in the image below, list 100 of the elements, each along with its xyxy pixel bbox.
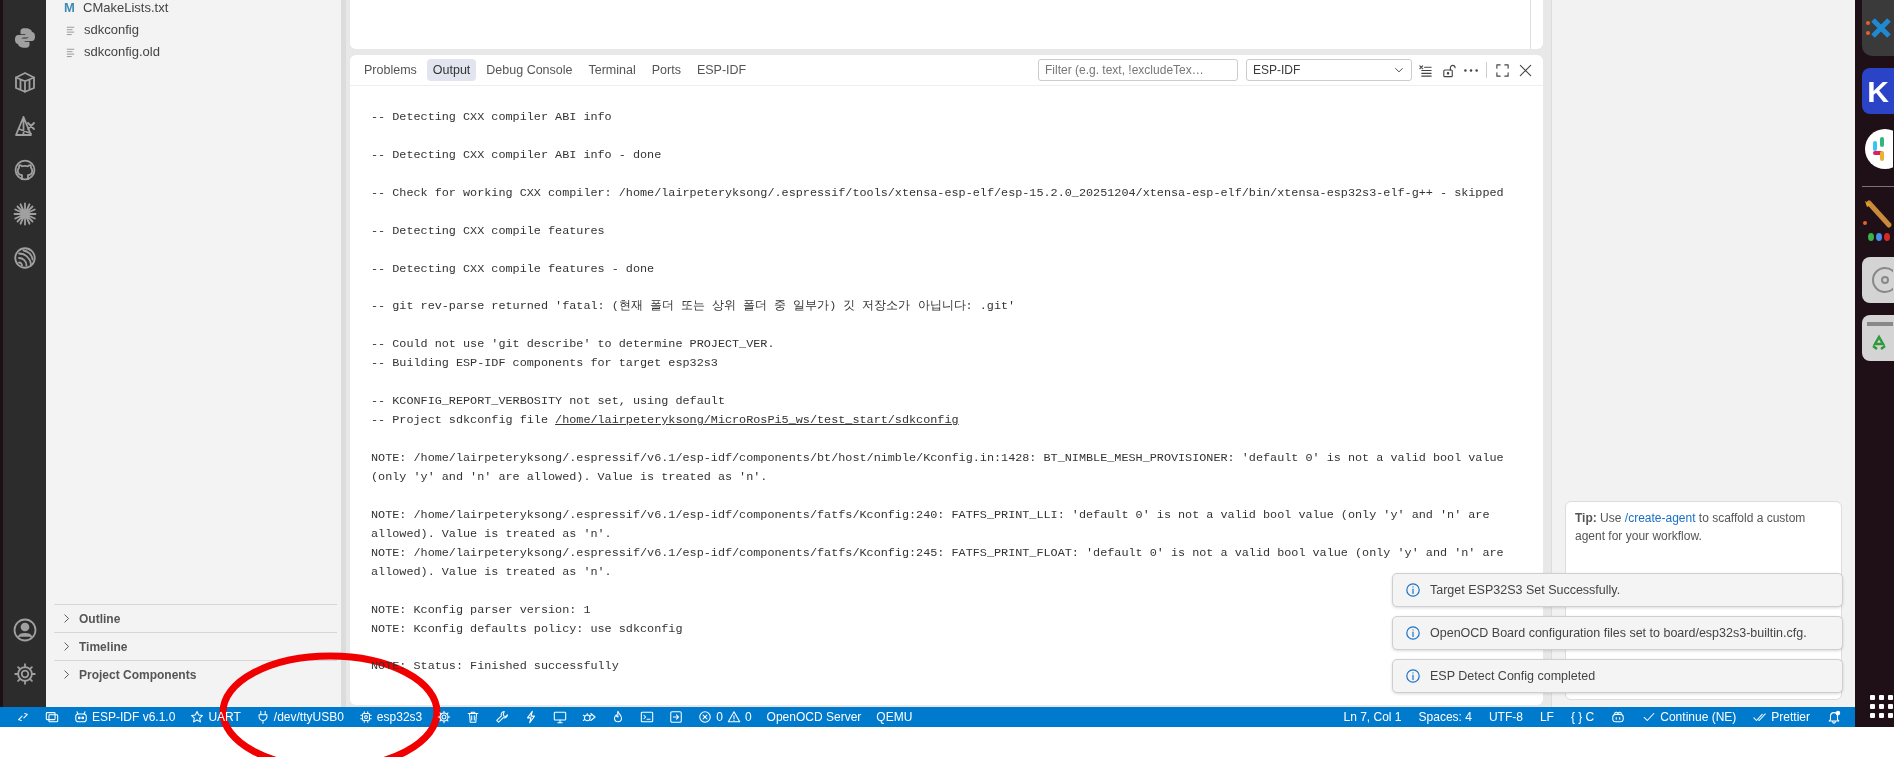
channel-dropdown[interactable]: ESP-IDF (1246, 59, 1412, 81)
section-header[interactable]: Outline (54, 604, 337, 632)
maximize-icon (1495, 62, 1510, 78)
status-item[interactable]: UTF-8 (1488, 708, 1523, 726)
info-icon (1405, 668, 1421, 684)
more-icon (1464, 68, 1478, 72)
panel-tab[interactable]: Output (426, 58, 477, 82)
output-line: NOTE: Kconfig parser version: 1 (371, 601, 591, 619)
output-line: -- Detecting CXX compile features (371, 222, 605, 240)
output-line: -- Building ESP-IDF components for target esp32s3 (371, 355, 718, 373)
tip-text: Tip: Use /create-agent to scaffold a custom agent for your workflow. (1575, 511, 1806, 543)
wrench-icon (495, 710, 510, 724)
letter-app-icon[interactable]: K (1862, 68, 1894, 114)
output-line: NOTE: /home/lairpeteryksong/.espressif/v6.1/esp-idf/components/fatfs/Kconfig:240: FATFS_PRINT_LLI: 'default 0' is not a valid bool value (only 'y' and 'n' are (371, 506, 1490, 524)
status-item[interactable]: Ln 7, Col 1 (1343, 708, 1402, 726)
file-item[interactable]: sdkconfig.old (84, 42, 160, 62)
filter-field[interactable]: Filter (e.g. text, !excludeTex… (1038, 59, 1238, 81)
app-grid-icon[interactable] (1868, 693, 1894, 719)
trash-icon (466, 710, 481, 724)
check-icon (1642, 710, 1657, 724)
section-header[interactable]: Timeline (54, 632, 337, 660)
file-item[interactable]: sdkconfig (84, 20, 139, 40)
copilot-face-icon (1611, 710, 1626, 724)
cat-badge-icon (12, 158, 37, 182)
info-icon (1405, 582, 1421, 598)
status-item[interactable]: esp32s3 (358, 708, 423, 726)
star-icon (190, 710, 205, 724)
panel-tab[interactable]: Ports (645, 58, 687, 82)
panel-tab[interactable]: Debug Console (480, 58, 579, 82)
panel-tab[interactable]: Terminal (582, 58, 642, 82)
file-type-icon: M (64, 0, 76, 18)
plug-icon (255, 710, 270, 724)
signal-swirl-icon (12, 246, 37, 270)
sign-in-icon (669, 710, 684, 724)
status-item[interactable]: { } C (1570, 708, 1595, 726)
status-item[interactable]: Spaces: 4 (1418, 708, 1472, 726)
hash-app-icon[interactable] (1862, 126, 1894, 172)
robot-face-icon (74, 710, 88, 724)
container-icon (12, 70, 37, 94)
trash-button[interactable] (466, 710, 481, 724)
status-item[interactable]: ESP-IDF v6.1.0 (74, 708, 176, 726)
status-item[interactable]: QEMU (876, 708, 913, 726)
status-item[interactable]: Continue (NE) (1642, 708, 1737, 726)
windows-button[interactable] (45, 710, 59, 724)
info-icon (1405, 625, 1421, 641)
close-icon (1518, 62, 1533, 78)
file-item[interactable]: CMakeLists.txt (83, 0, 169, 18)
notification-message: Target ESP32S3 Set Successfully. (1430, 581, 1621, 599)
create-agent-link[interactable]: /create-agent (1624, 511, 1696, 525)
debug-button[interactable] (582, 710, 597, 724)
file-link[interactable]: /home/lairpeteryksong/MicroRosPi5_ws/test_start/sdkconfig (555, 413, 959, 428)
notification-message: ESP Detect Config completed (1430, 667, 1596, 685)
triangle-tool-icon (12, 114, 37, 138)
output-line: allowed). Value is treated as 'n'. (371, 563, 612, 581)
warning-icon (726, 710, 741, 724)
status-item[interactable]: /dev/ttyUSB0 (255, 708, 344, 726)
chip-icon (358, 710, 373, 724)
asterisk-icon (12, 202, 37, 226)
panel-tab[interactable]: ESP-IDF (690, 58, 753, 82)
settings-button[interactable] (437, 710, 452, 724)
error-icon (698, 710, 713, 724)
windows-icon (45, 710, 59, 724)
output-line: -- Could not use 'git describe' to determine PROJECT_VER. (371, 336, 775, 354)
terminal-icon (640, 710, 655, 724)
monitor-button[interactable] (553, 710, 568, 724)
status-item[interactable]: Prettier (1753, 708, 1810, 726)
interlocking-shapes-icon (12, 26, 37, 50)
unlocked-icon (1441, 62, 1456, 78)
output-line: -- KCONFIG_REPORT_VERBOSITY not set, using default (371, 393, 725, 411)
remote-button[interactable] (16, 710, 30, 724)
output-line: NOTE: /home/lairpeteryksong/.espressif/v6.1/esp-idf/components/fatfs/Kconfig:245: FATFS_PRINT_FLOAT: 'default 0' is not a valid bool value (only 'y' and 'n' are (371, 544, 1504, 562)
debug-icon (582, 710, 597, 724)
output-line: NOTE: Kconfig defaults policy: use sdkconfig (371, 620, 683, 638)
clear-output-icon (1418, 62, 1433, 78)
monitor-icon (553, 710, 568, 724)
status-item[interactable]: LF (1539, 708, 1554, 726)
settings-icon (437, 710, 452, 724)
problems-status[interactable]: 0 0 (698, 708, 752, 726)
output-line: -- Project sdkconfig file /home/lairpeteryksong/MicroRosPi5_ws/test_start/sdkconfig (371, 412, 959, 430)
section-header[interactable]: Project Components (54, 660, 337, 688)
terminal-button[interactable] (640, 710, 655, 724)
copilot-face-button[interactable] (1611, 710, 1626, 724)
sign-in-button[interactable] (669, 710, 684, 724)
output-line: -- Detecting CXX compile features - done (371, 260, 655, 278)
notification-message: OpenOCD Board configuration files set to board/esp32s3-builtin.cfg. (1430, 624, 1807, 642)
notification-bell-icon (1827, 710, 1841, 724)
remote-icon (16, 710, 30, 724)
disc-app-icon[interactable] (1862, 257, 1894, 303)
notification-bell-button[interactable] (1827, 710, 1841, 724)
panel-tab[interactable]: Problems (358, 58, 423, 82)
double-check-icon (1753, 710, 1768, 724)
output-line: allowed). Value is treated as 'n'. (371, 525, 612, 543)
status-item[interactable]: OpenOCD Server (766, 708, 862, 726)
output-line: -- Detecting CXX compiler ABI info (371, 109, 612, 126)
recycle-bin-icon[interactable] (1862, 315, 1894, 361)
wrench-button[interactable] (495, 710, 510, 724)
settings-icon (12, 662, 37, 686)
output-line: NOTE: /home/lairpeteryksong/.espressif/v6.1/esp-idf/components/bt/host/nimble/Kconfig.in:1428: BT_NIMBLE_MESH_PROVISIONER: 'default 0' is not a valid bool value (371, 450, 1504, 468)
cross-app-icon[interactable] (1862, 0, 1894, 56)
output-line: -- git rev-parse returned 'fatal: (현재 폴더 또는 상위 폴더 중 일부가) 깃 저장소가 아닙니다: .git' (371, 298, 1016, 316)
